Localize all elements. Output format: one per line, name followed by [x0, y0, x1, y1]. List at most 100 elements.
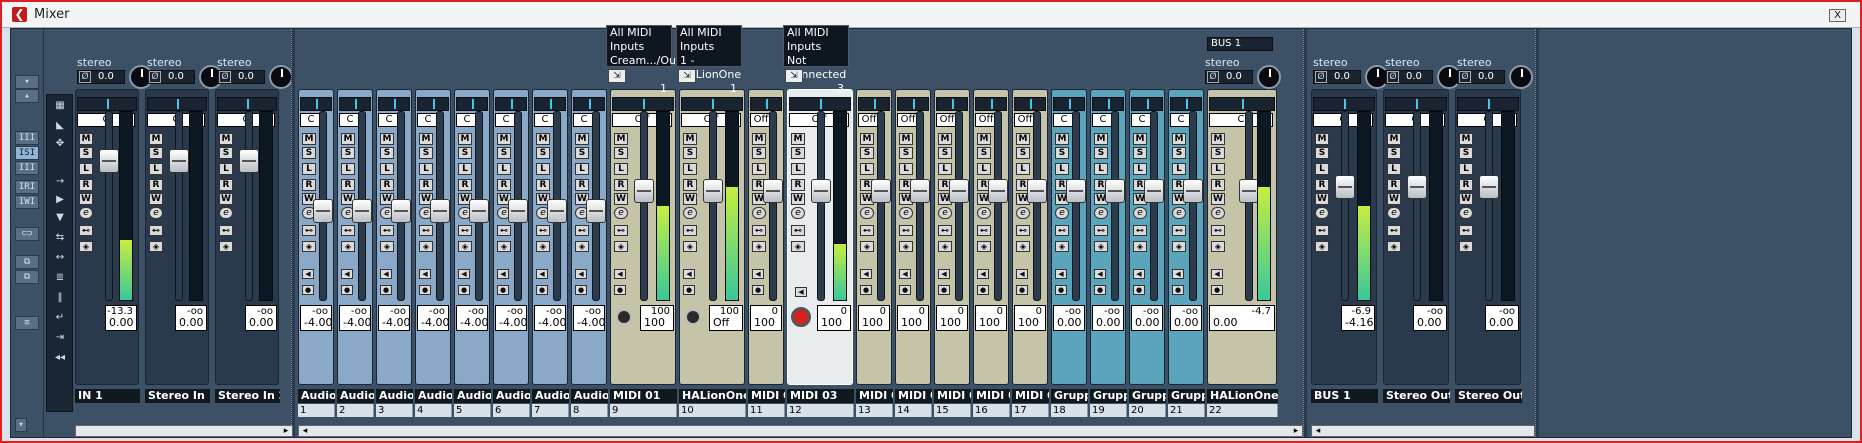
level-value[interactable]: 100	[901, 316, 922, 329]
level-value[interactable]: -4.00	[382, 316, 410, 329]
write-button[interactable]: W	[791, 193, 805, 205]
fader-track[interactable]	[769, 111, 777, 301]
read-button[interactable]: R	[149, 179, 163, 191]
monitor-icon[interactable]: ◀	[380, 269, 392, 279]
midi-input-label[interactable]: All MIDI Inputs	[787, 26, 848, 54]
level-value[interactable]: 100	[1018, 316, 1039, 329]
mute-button[interactable]: M	[536, 133, 550, 145]
edit-button[interactable]: e	[79, 207, 93, 219]
fader-knob[interactable]	[1407, 175, 1427, 199]
fader-track[interactable]	[1111, 111, 1119, 301]
expand-icon[interactable]: ▾	[15, 75, 39, 89]
sends-bypass-icon[interactable]: ◈	[1211, 241, 1225, 252]
write-button[interactable]: W	[1387, 193, 1401, 205]
eq-bypass-icon[interactable]: ⊷	[614, 225, 628, 236]
monitor-icon[interactable]: ◀	[458, 269, 470, 279]
monitor-icon[interactable]: ◀	[614, 269, 626, 279]
eq-bypass-icon[interactable]: ⊷	[1055, 225, 1069, 236]
record-icon[interactable]: ●	[1094, 285, 1106, 295]
input-arrow-icon[interactable]: →	[51, 175, 69, 189]
record-enable-icon[interactable]	[791, 307, 811, 327]
solo-button[interactable]: S	[1055, 147, 1069, 159]
solo-button[interactable]: S	[575, 147, 589, 159]
level-value[interactable]: Off	[713, 316, 729, 329]
listen-button[interactable]: L	[341, 163, 355, 175]
solo-button[interactable]: S	[79, 147, 93, 159]
stereo-pan-value[interactable]: Ø 0.0	[1385, 70, 1433, 84]
fader-knob[interactable]	[99, 149, 119, 173]
stereo-knob[interactable]	[269, 65, 293, 89]
mute-button[interactable]: M	[302, 133, 316, 145]
listen-button[interactable]: L	[497, 163, 511, 175]
fader-knob[interactable]	[391, 199, 411, 223]
solo-button[interactable]: S	[497, 147, 511, 159]
sends-bypass-icon[interactable]: ◈	[1094, 241, 1108, 252]
mute-button[interactable]: M	[219, 133, 233, 145]
record-icon[interactable]: ●	[899, 285, 911, 295]
edit-button[interactable]: e	[1387, 207, 1401, 219]
fader-knob[interactable]	[313, 199, 333, 223]
mute-button[interactable]: M	[938, 133, 952, 145]
fader-track[interactable]	[709, 111, 717, 301]
sends-bypass-icon[interactable]: ◈	[1055, 241, 1069, 252]
sends-bypass-icon[interactable]: ◈	[1315, 241, 1329, 252]
sends-bypass-icon[interactable]: ◈	[614, 241, 628, 252]
mute-button[interactable]: M	[860, 133, 874, 145]
eq-bypass-icon[interactable]: ⊷	[1387, 225, 1401, 236]
eq-bypass-icon[interactable]: ⊷	[860, 225, 874, 236]
level-value[interactable]: -4.00	[577, 316, 605, 329]
record-icon[interactable]: ●	[1055, 285, 1067, 295]
monitor-icon[interactable]: ◀	[536, 269, 548, 279]
fader-knob[interactable]	[547, 199, 567, 223]
record-icon[interactable]: ●	[977, 285, 989, 295]
edit-button[interactable]: e	[614, 207, 628, 219]
fader-knob[interactable]	[634, 179, 654, 203]
triangle-icon[interactable]: ◣	[51, 119, 69, 133]
eq-bypass-icon[interactable]: ⊷	[1094, 225, 1108, 236]
eq-bypass-icon[interactable]: ⊷	[1016, 225, 1030, 236]
listen-button[interactable]: L	[219, 163, 233, 175]
listen-button[interactable]: L	[536, 163, 550, 175]
listen-button[interactable]: L	[791, 163, 805, 175]
fader-track[interactable]	[955, 111, 963, 301]
route-button[interactable]: ⇲	[608, 69, 626, 83]
midi-routing[interactable]: All MIDI InputsCream.../Out 11	[606, 25, 680, 95]
midi-channel-label[interactable]: 1	[680, 82, 741, 96]
monitor-icon[interactable]: ◀	[1133, 269, 1145, 279]
eq-icon[interactable]: ⇆	[51, 231, 69, 245]
fader-knob[interactable]	[469, 199, 489, 223]
record-icon[interactable]: ●	[1016, 285, 1028, 295]
monitor-circle-icon[interactable]	[685, 309, 701, 325]
edit-button[interactable]: e	[683, 207, 697, 219]
stereo-pan-value[interactable]: Ø 0.0	[77, 70, 125, 84]
midi-input-label[interactable]: All MIDI Inputs	[610, 26, 671, 54]
stereo-knob[interactable]	[1257, 65, 1281, 89]
read-button[interactable]: R	[1387, 179, 1401, 191]
speaker-icon[interactable]: ◀	[795, 287, 807, 297]
sends-icon[interactable]: ↔	[51, 251, 69, 265]
level-value[interactable]: 0.00	[109, 316, 134, 329]
solo-button[interactable]: S	[1094, 147, 1108, 159]
mute-button[interactable]: M	[1315, 133, 1329, 145]
solo-button[interactable]: S	[1459, 147, 1473, 159]
eq-bypass-icon[interactable]: ⊷	[791, 225, 805, 236]
eq-bypass-icon[interactable]: ⊷	[458, 225, 472, 236]
eq-bypass-icon[interactable]: ⊷	[219, 225, 233, 236]
eq-bypass-icon[interactable]: ⊷	[79, 225, 93, 236]
fader-knob[interactable]	[1239, 179, 1259, 203]
edit-button[interactable]: e	[938, 207, 952, 219]
eq-bypass-icon[interactable]: ⊷	[419, 225, 433, 236]
sends-bypass-icon[interactable]: ◈	[1387, 241, 1401, 252]
fader-track[interactable]	[1072, 111, 1080, 301]
solo-button[interactable]: S	[683, 147, 697, 159]
stereo-pan-value[interactable]: Ø 0.0	[147, 70, 195, 84]
sends-bypass-icon[interactable]: ◈	[791, 241, 805, 252]
sends-bypass-icon[interactable]: ◈	[575, 241, 589, 252]
scroll-down-icon[interactable]: ▾	[15, 418, 27, 432]
level-value[interactable]: 0.00	[1213, 316, 1238, 329]
listen-button[interactable]: L	[419, 163, 433, 175]
show-inputs-button[interactable]: IRI	[15, 180, 39, 194]
null-icon[interactable]: Ø	[219, 71, 231, 83]
output-scrollbar[interactable]: ◂	[1311, 425, 1535, 437]
sends-bypass-icon[interactable]: ◈	[341, 241, 355, 252]
